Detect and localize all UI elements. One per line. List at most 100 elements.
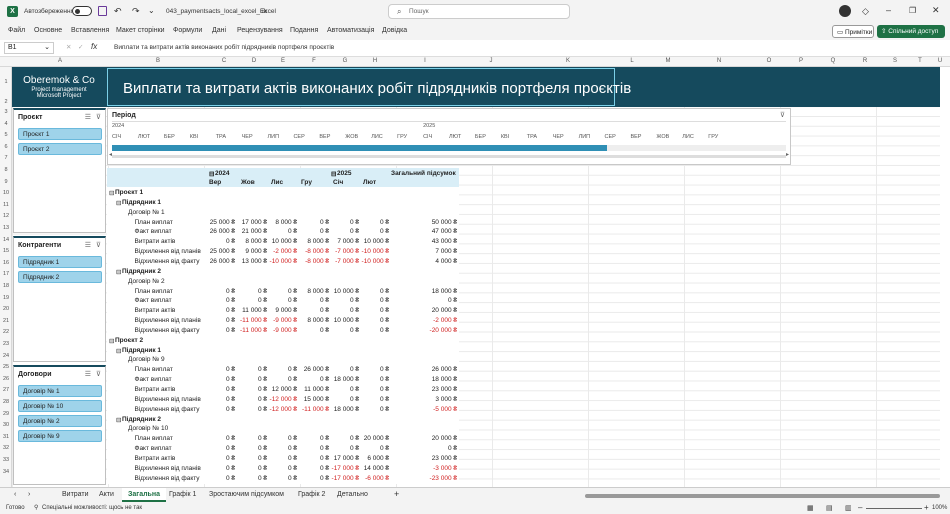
pivot-cell[interactable]: -10 000 ₴ <box>362 258 389 265</box>
timeline-month[interactable]: СІЧ <box>112 134 121 140</box>
pivot-cell[interactable]: 17 000 ₴ <box>242 219 267 226</box>
row-header[interactable]: 1 <box>0 79 12 85</box>
clear-filter-icon[interactable]: ⊽ <box>780 111 785 119</box>
collapse-icon[interactable]: ⊟ <box>116 347 121 355</box>
pivot-cell[interactable]: -6 000 ₴ <box>365 475 389 482</box>
pivot-cell[interactable]: 26 000 ₴ <box>304 366 329 373</box>
pivot-cell[interactable]: 0 ₴ <box>288 288 297 295</box>
row-header[interactable]: 9 <box>0 179 12 185</box>
avatar[interactable] <box>839 5 851 17</box>
next-sheet-icon[interactable]: › <box>28 491 30 498</box>
row-header[interactable]: 24 <box>0 353 12 359</box>
column-header[interactable]: C <box>208 58 240 64</box>
pivot-cell[interactable]: 11 000 ₴ <box>304 386 329 393</box>
menu-home[interactable]: Основне <box>34 27 62 34</box>
row-header[interactable]: 16 <box>0 260 12 266</box>
pivot-cell[interactable]: 10 000 ₴ <box>334 288 359 295</box>
pivot-row-label[interactable]: Відхилення від планів <box>135 317 201 324</box>
timeline-month[interactable]: ЛИС <box>682 134 694 140</box>
collapse-icon[interactable]: ⊟ <box>116 416 121 424</box>
pivot-cell[interactable]: 25 000 ₴ <box>210 248 235 255</box>
page-layout-icon[interactable]: ▤ <box>826 504 833 512</box>
row-header[interactable]: 5 <box>0 132 12 138</box>
zoom-in-icon[interactable]: + <box>924 503 929 512</box>
pivot-cell[interactable]: 0 ₴ <box>226 386 235 393</box>
name-box[interactable]: B1 ⌄ <box>4 42 54 54</box>
row-header[interactable]: 3 <box>0 109 12 115</box>
pivot-cell[interactable]: 18 000 ₴ <box>432 376 457 383</box>
prev-sheet-icon[interactable]: ‹ <box>14 491 16 498</box>
pivot-cell[interactable]: -8 000 ₴ <box>305 258 329 265</box>
slicer-item[interactable]: Підрядник 2 <box>18 271 102 283</box>
clear-filter-icon[interactable]: ⊽ <box>96 370 101 378</box>
slicer-item[interactable]: Договір № 1 <box>18 385 102 397</box>
pivot-row-label[interactable]: Підрядник 1 <box>122 347 161 354</box>
menu-automate[interactable]: Автоматизація <box>327 27 374 34</box>
pivot-row-label[interactable]: Відхилення від планів <box>135 465 201 472</box>
column-header[interactable]: H <box>360 58 390 64</box>
redo-icon[interactable]: ↷ <box>132 6 140 17</box>
column-header[interactable]: P <box>786 58 816 64</box>
pivot-cell[interactable]: 0 ₴ <box>380 396 389 403</box>
row-header[interactable]: 27 <box>0 387 12 393</box>
pivot-cell[interactable]: 10 000 ₴ <box>364 238 389 245</box>
pivot-cell[interactable]: 0 ₴ <box>350 445 359 452</box>
report-title[interactable]: Виплати та витрати актів виконаних робіт… <box>107 68 631 106</box>
column-header[interactable]: F <box>298 58 330 64</box>
pivot-cell[interactable]: 0 ₴ <box>226 406 235 413</box>
year-2025-icon[interactable]: ⊟ <box>331 170 336 178</box>
pivot-cell[interactable]: 12 000 ₴ <box>272 386 297 393</box>
timeline-month[interactable]: ЖОВ <box>345 134 358 140</box>
pivot-cell[interactable]: -8 000 ₴ <box>305 248 329 255</box>
pivot-cell[interactable]: 0 ₴ <box>380 406 389 413</box>
pivot-cell[interactable]: 9 000 ₴ <box>275 307 297 314</box>
pivot-row-label[interactable]: Витрати актів <box>135 386 176 393</box>
function-icon[interactable]: fx <box>91 42 97 51</box>
enter-icon[interactable]: ✓ <box>78 43 83 51</box>
pivot-row-label[interactable]: Факт виплат <box>135 297 172 304</box>
pivot-cell[interactable]: 3 000 ₴ <box>435 396 457 403</box>
pivot-cell[interactable]: -9 000 ₴ <box>273 317 297 324</box>
minimize-icon[interactable]: – <box>886 5 891 15</box>
search-box[interactable]: ⌕ Пошук <box>388 4 570 19</box>
pivot-cell[interactable]: -12 000 ₴ <box>270 406 297 413</box>
pivot-row-label[interactable]: Відхилення від факту <box>135 327 200 334</box>
save-icon[interactable] <box>98 6 107 16</box>
pivot-cell[interactable]: 0 ₴ <box>288 366 297 373</box>
row-header[interactable]: 4 <box>0 121 12 127</box>
menu-insert[interactable]: Вставлення <box>71 27 109 34</box>
pivot-cell[interactable]: 8 000 ₴ <box>275 219 297 226</box>
timeline-month[interactable]: ЧЕР <box>242 134 253 140</box>
pivot-cell[interactable]: 21 000 ₴ <box>242 228 267 235</box>
slicer-item[interactable]: Проєкт 2 <box>18 143 102 155</box>
pivot-cell[interactable]: 18 000 ₴ <box>432 288 457 295</box>
collapse-icon[interactable]: ⊟ <box>109 337 114 345</box>
pivot-row-label[interactable]: Договір № 9 <box>128 356 165 363</box>
row-header[interactable]: 33 <box>0 457 12 463</box>
pivot-cell[interactable]: 0 ₴ <box>226 307 235 314</box>
pivot-cell[interactable]: 20 000 ₴ <box>432 307 457 314</box>
row-header[interactable]: 34 <box>0 469 12 475</box>
pivot-cell[interactable]: 0 ₴ <box>226 366 235 373</box>
pivot-cell[interactable]: 0 ₴ <box>350 386 359 393</box>
pivot-cell[interactable]: 0 ₴ <box>258 406 267 413</box>
pivot-cell[interactable]: 0 ₴ <box>258 396 267 403</box>
pivot-cell[interactable]: 10 000 ₴ <box>272 238 297 245</box>
pivot-cell[interactable]: 0 ₴ <box>320 228 329 235</box>
tab-sheet[interactable]: Акти <box>99 491 114 498</box>
pivot-cell[interactable]: 0 ₴ <box>288 376 297 383</box>
cancel-icon[interactable]: ✕ <box>66 43 71 51</box>
timeline-month[interactable]: ТРА <box>527 134 537 140</box>
pivot-cell[interactable]: -20 000 ₴ <box>430 327 457 334</box>
year-2024-icon[interactable]: ⊟ <box>209 170 214 178</box>
multi-select-icon[interactable]: ☰ <box>85 241 91 249</box>
timeline-month[interactable]: ВЕР <box>319 134 330 140</box>
clear-filter-icon[interactable]: ⊽ <box>96 241 101 249</box>
zoom-out-icon[interactable]: – <box>858 503 862 512</box>
pivot-cell[interactable]: 0 ₴ <box>258 445 267 452</box>
pivot-cell[interactable]: 10 000 ₴ <box>334 317 359 324</box>
pivot-cell[interactable]: 25 000 ₴ <box>210 219 235 226</box>
pivot-cell[interactable]: 0 ₴ <box>380 366 389 373</box>
pivot-cell[interactable]: 0 ₴ <box>350 228 359 235</box>
pivot-cell[interactable]: -11 000 ₴ <box>302 406 329 413</box>
